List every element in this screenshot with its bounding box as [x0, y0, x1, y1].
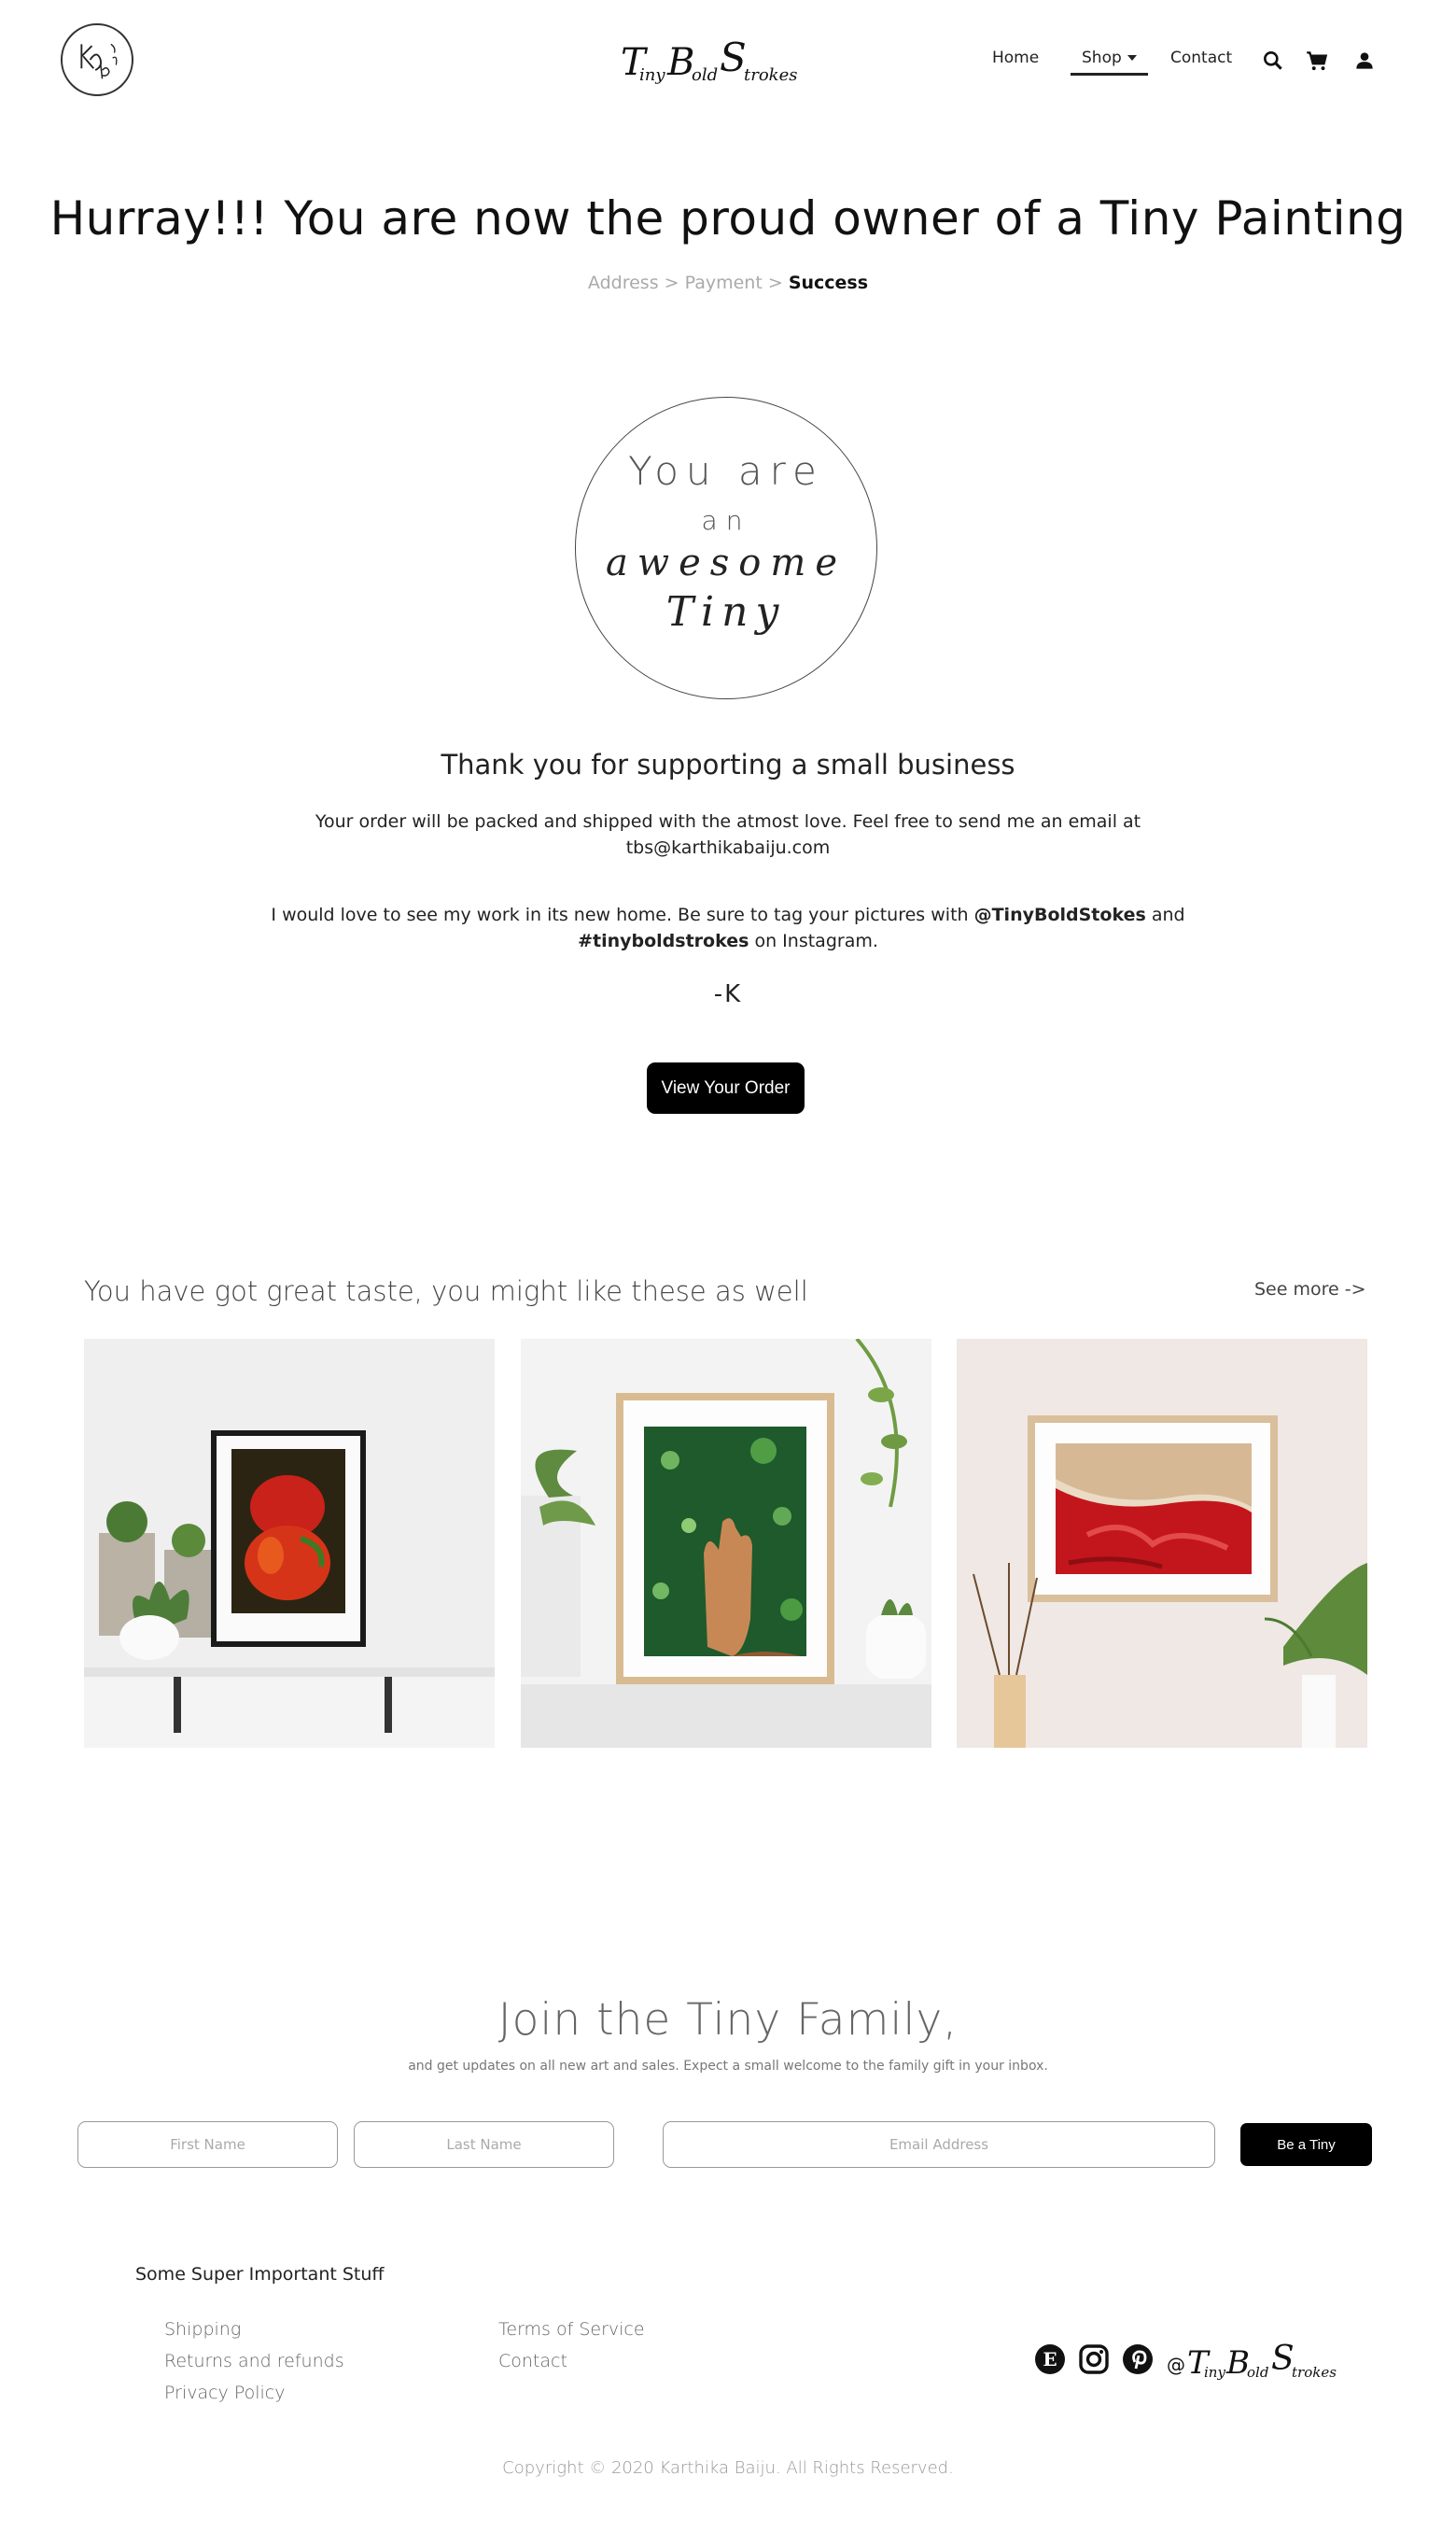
- svg-text:E: E: [1043, 2348, 1057, 2370]
- breadcrumb-address[interactable]: Address: [588, 273, 659, 293]
- breadcrumb-separator: >: [767, 273, 783, 293]
- badge-line-4: Tiny: [665, 588, 787, 636]
- breadcrumb-payment[interactable]: Payment: [685, 273, 763, 293]
- join-family-subtitle: and get updates on all new art and sales…: [408, 2059, 1048, 2074]
- footer-handle-prefix: @: [1167, 2354, 1185, 2376]
- instagram-hashtag: #tinyboldstrokes: [578, 931, 749, 951]
- hand-rain-painting-image: [521, 1339, 931, 1748]
- svg-text:iny: iny: [1204, 2364, 1225, 2381]
- shipping-message: Your order will be packed and shipped wi…: [315, 811, 1141, 858]
- breadcrumb-separator: >: [664, 273, 679, 293]
- footer-brand-wordmark: @ T iny B old S trokes: [1167, 2340, 1337, 2382]
- nav-contact[interactable]: Contact: [1170, 49, 1232, 67]
- svg-text:trokes: trokes: [1292, 2364, 1337, 2381]
- email-field[interactable]: [663, 2121, 1215, 2168]
- badge-line-1: You are: [628, 448, 824, 494]
- page-title: Hurray!!! You are now the proud owner of…: [49, 191, 1407, 246]
- signature: -K: [713, 980, 743, 1008]
- breadcrumb: Address > Payment > Success: [0, 273, 1456, 293]
- instagram-text-a: I would love to see my work in its new h…: [271, 905, 974, 925]
- svg-text:S: S: [1271, 2340, 1295, 2378]
- last-name-field[interactable]: [354, 2121, 614, 2168]
- caret-down-icon: [1127, 55, 1137, 61]
- logo-monogram-icon: [80, 43, 118, 79]
- svg-text:B: B: [666, 41, 694, 84]
- cart-icon[interactable]: [1305, 49, 1329, 73]
- product-card-peppers[interactable]: [84, 1339, 495, 1748]
- brand-wordmark[interactable]: T iny B old S trokes: [621, 26, 817, 91]
- search-icon[interactable]: [1261, 49, 1285, 73]
- peppers-painting-image: [84, 1339, 495, 1748]
- recommendations-title: You have got great taste, you might like…: [84, 1275, 808, 1307]
- svg-text:trokes: trokes: [744, 65, 797, 85]
- user-icon[interactable]: [1352, 49, 1377, 73]
- nav-shop-label: Shop: [1082, 49, 1122, 67]
- nav-home[interactable]: Home: [992, 49, 1039, 67]
- footer-instagram-handle[interactable]: @ T iny B old S trokes: [1167, 2334, 1353, 2390]
- footer-link-contact[interactable]: Contact: [498, 2351, 567, 2371]
- svg-text:old: old: [692, 65, 718, 85]
- thank-you-heading: Thank you for supporting a small busines…: [441, 749, 1015, 781]
- breadcrumb-current: Success: [788, 273, 869, 293]
- footer-link-shipping[interactable]: Shipping: [164, 2319, 241, 2340]
- footer-link-terms[interactable]: Terms of Service: [498, 2319, 645, 2340]
- product-card-hand-rain[interactable]: [521, 1339, 931, 1748]
- instagram-text-c: on Instagram.: [749, 931, 878, 951]
- svg-text:old: old: [1247, 2364, 1268, 2381]
- svg-text:iny: iny: [639, 65, 665, 85]
- copyright: Copyright © 2020 Karthika Baiju. All Rig…: [502, 2458, 954, 2478]
- site-logo[interactable]: [61, 23, 133, 96]
- badge-line-2: an: [701, 505, 751, 536]
- footer-heading: Some Super Important Stuff: [135, 2264, 385, 2285]
- instagram-handle: @TinyBoldStokes: [973, 905, 1146, 925]
- first-name-field[interactable]: [77, 2121, 338, 2168]
- footer-link-privacy[interactable]: Privacy Policy: [164, 2383, 285, 2403]
- view-order-button[interactable]: View Your Order: [647, 1062, 805, 1114]
- footer-link-returns[interactable]: Returns and refunds: [164, 2351, 344, 2371]
- instagram-message: I would love to see my work in its new h…: [243, 902, 1213, 954]
- instagram-icon[interactable]: [1078, 2343, 1110, 2375]
- nav-shop[interactable]: Shop: [1071, 49, 1148, 76]
- svg-text:S: S: [720, 35, 747, 80]
- product-card-red-dress[interactable]: [957, 1339, 1367, 1748]
- pinterest-icon[interactable]: [1122, 2343, 1154, 2375]
- etsy-icon[interactable]: E: [1034, 2343, 1066, 2375]
- badge-line-3: awesome: [606, 542, 847, 584]
- red-dress-painting-image: [957, 1339, 1367, 1748]
- brand-wordmark-logo: T iny B old S trokes: [621, 35, 797, 85]
- be-a-tiny-button[interactable]: Be a Tiny: [1240, 2123, 1372, 2166]
- instagram-text-b: and: [1145, 905, 1185, 925]
- join-family-title: Join the Tiny Family,: [497, 1994, 959, 2046]
- see-more-link[interactable]: See more ->: [1254, 1279, 1366, 1300]
